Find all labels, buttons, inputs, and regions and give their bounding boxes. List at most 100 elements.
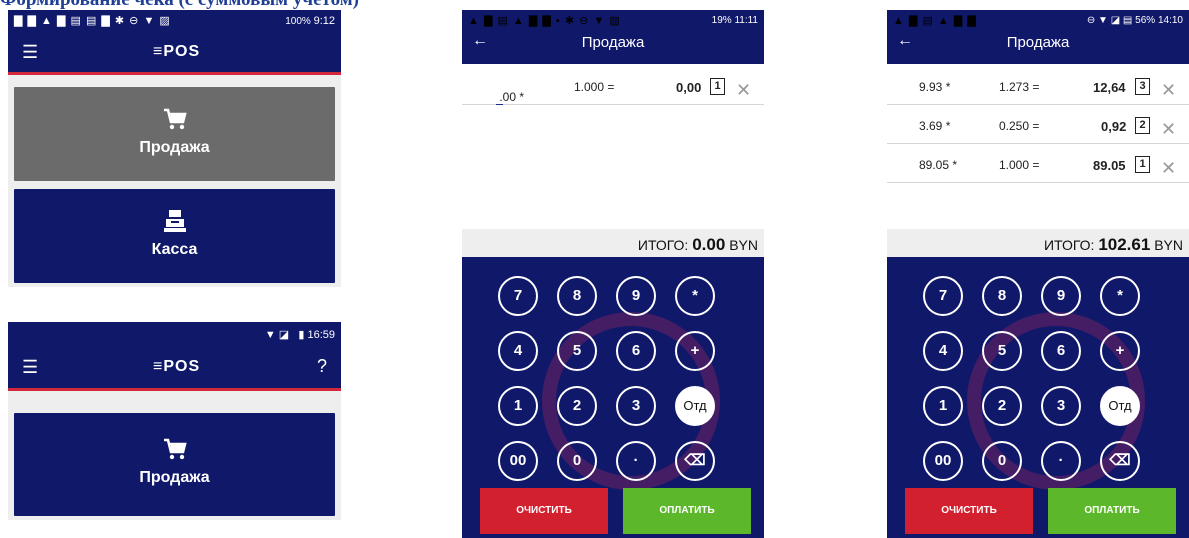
line-sum: 12,64 [1093,80,1126,95]
key-multiply[interactable]: * [1100,276,1140,316]
header: ▲ ▇ ▤ ▲ ▇ ▇ ⊖ ▼ ◪ ▤ 56% 14:10 ← Продажа [887,10,1189,64]
line-sum: 0,92 [1101,119,1127,134]
key-department[interactable]: Отд [675,386,715,426]
status-icons: ▲ ▇ ▤ ▲ ▇ ▇ [893,15,977,27]
total-label: ИТОГО: [1043,237,1095,253]
clock: 11:11 [734,15,758,26]
cart-icon [163,108,187,130]
receipt-row[interactable]: 89.05 * 1.000 = 89.05 1 ✕ [887,148,1189,183]
quantity-field[interactable]: 1.273 = [999,80,1039,94]
sale-tile[interactable]: Продажа [14,413,335,516]
screen-sale-empty: ▲ ▇ ▤ ▲ ▇ ▇ ▪ ✱ ⊖ ▼ ▨ 19% 11:11 ← Продаж… [462,10,764,538]
total-value: 0.00 [692,235,726,254]
line-index: 3 [1135,78,1150,95]
key-4[interactable]: 4 [498,331,538,371]
total-bar: ИТОГО: 0.00 BYN [462,229,764,257]
clock: 14:10 [1157,15,1183,26]
status-bar: ▼ ◪ ▮ 16:59 [8,322,341,346]
key-8[interactable]: 8 [557,276,597,316]
backspace-icon[interactable]: ⌫ [1100,441,1140,481]
menu-icon[interactable]: ☰ [22,43,38,61]
key-2[interactable]: 2 [557,386,597,426]
status-bar: ▇ ▇ ▲ ▇ ▤ ▤ ▇ ✱ ⊖ ▼ ▨ 100% 9:12 [8,10,341,32]
key-department[interactable]: Отд [1100,386,1140,426]
pay-button[interactable]: ОПЛАТИТЬ [623,488,751,534]
key-decimal[interactable]: · [1041,441,1081,481]
close-icon[interactable]: ✕ [736,80,751,101]
cart-icon [163,438,187,460]
key-9[interactable]: 9 [616,276,656,316]
price-field[interactable]: 89.05 * [919,158,957,172]
key-00[interactable]: 00 [923,441,963,481]
currency: BYN [729,237,758,253]
menu-icon[interactable]: ☰ [22,358,38,376]
screen-title: Продажа [1006,34,1070,51]
register-tile[interactable]: Касса [14,189,335,283]
key-6[interactable]: 6 [616,331,656,371]
key-5[interactable]: 5 [557,331,597,371]
keypad: 7 8 9 * 4 5 6 +1 2 3 Отд 00 0 · ⌫ ОЧИСТИТЬ ОПЛАТИТЬ [462,257,764,538]
key-1[interactable]: 1 [498,386,538,426]
app-logo: ≡POS [153,358,201,375]
backspace-icon[interactable]: ⌫ [675,441,715,481]
quantity-field[interactable]: 1.000 = [999,158,1039,172]
price-field[interactable]: 3.69 * [919,119,950,133]
price-field[interactable]: 9.93 * [919,80,950,94]
key-plus[interactable]: + [675,331,715,371]
close-icon[interactable]: ✕ [1161,158,1176,179]
status-icons: ▲ ▇ ▤ ▲ ▇ ▇ ▪ ✱ ⊖ ▼ ▨ [468,15,621,27]
total-label: ИТОГО: [637,237,689,253]
tile-label: Касса [151,241,198,258]
key-1[interactable]: 1 [923,386,963,426]
key-6[interactable]: 6 [1041,331,1081,371]
clear-button[interactable]: ОЧИСТИТЬ [480,488,608,534]
key-9[interactable]: 9 [1041,276,1081,316]
key-5[interactable]: 5 [982,331,1022,371]
app-logo: ≡POS [153,43,201,60]
quantity-field[interactable]: 1.000 = [574,80,614,94]
tile-label: Продажа [139,139,210,156]
key-7[interactable]: 7 [923,276,963,316]
sale-tile[interactable]: Продажа [14,87,335,181]
key-decimal[interactable]: · [616,441,656,481]
clear-button[interactable]: ОЧИСТИТЬ [905,488,1033,534]
key-3[interactable]: 3 [616,386,656,426]
key-00[interactable]: 00 [498,441,538,481]
battery-level: 56% [1135,15,1156,26]
price-field[interactable]: .00 * [496,80,524,105]
key-0[interactable]: 0 [557,441,597,481]
appbar-divider [8,72,341,75]
key-2[interactable]: 2 [982,386,1022,426]
appbar-divider [8,388,341,391]
close-icon[interactable]: ✕ [1161,119,1176,140]
close-icon[interactable]: ✕ [1161,80,1176,101]
key-4[interactable]: 4 [923,331,963,371]
screen-sale-items: ▲ ▇ ▤ ▲ ▇ ▇ ⊖ ▼ ◪ ▤ 56% 14:10 ← Продажа … [887,10,1189,538]
key-multiply[interactable]: * [675,276,715,316]
key-8[interactable]: 8 [982,276,1022,316]
key-0[interactable]: 0 [982,441,1022,481]
keypad: 7 8 9 * 4 5 6 +1 2 3 Отд 00 0 · ⌫ ОЧИСТИТЬ ОПЛАТИТЬ [887,257,1189,538]
pay-button[interactable]: ОПЛАТИТЬ [1048,488,1176,534]
line-sum: 89.05 [1093,158,1126,173]
receipt-row[interactable]: .00 * 1.000 = 0,00 1 ✕ [462,70,764,105]
status-icons: ▇ ▇ ▲ ▇ ▤ ▤ ▇ ✱ ⊖ ▼ ▨ [14,15,171,27]
tile-label: Продажа [139,469,210,486]
key-7[interactable]: 7 [498,276,538,316]
receipt-row[interactable]: 9.93 * 1.273 = 12,64 3 ✕ [887,70,1189,105]
line-index: 1 [1135,156,1150,173]
clock: 16:59 [307,329,335,341]
quantity-field[interactable]: 0.250 = [999,119,1039,133]
key-3[interactable]: 3 [1041,386,1081,426]
header: ▲ ▇ ▤ ▲ ▇ ▇ ▪ ✱ ⊖ ▼ ▨ 19% 11:11 ← Продаж… [462,10,764,64]
line-sum: 0,00 [676,80,702,95]
screen-main-menu: ▇ ▇ ▲ ▇ ▤ ▤ ▇ ✱ ⊖ ▼ ▨ 100% 9:12 ☰ ≡POS П… [8,10,341,287]
battery-level: 19% [711,15,732,26]
key-plus[interactable]: + [1100,331,1140,371]
line-index: 2 [1135,117,1150,134]
app-bar: ☰ ≡POS [8,32,341,72]
help-button[interactable]: ? [317,356,327,377]
receipt-row[interactable]: 3.69 * 0.250 = 0,92 2 ✕ [887,109,1189,144]
app-bar: ☰ ≡POS ? [8,346,341,388]
cash-register-icon [163,210,186,232]
